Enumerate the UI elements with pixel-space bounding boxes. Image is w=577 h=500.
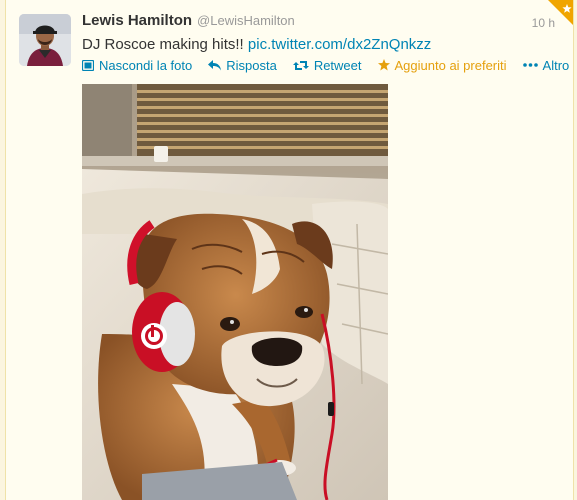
tweet-actions: Nascondi la foto Risposta Retweet Aggiun… [82,56,569,74]
hide-photo-button[interactable]: Nascondi la foto [82,58,192,73]
retweet-button[interactable]: Retweet [292,57,362,73]
reply-label: Risposta [226,57,277,73]
author-handle[interactable]: @LewisHamilton [197,13,295,28]
tweet-link[interactable]: pic.twitter.com/dx2ZnQnkzz [248,36,431,53]
avatar-image [19,14,71,66]
page: Lewis Hamilton @LewisHamilton 10 h DJ Ro… [0,0,577,500]
more-label: Altro [542,57,570,73]
reply-arrow-icon [208,59,222,70]
tweet-body: DJ Roscoe making hits!! [82,36,244,53]
bulldog-headphones-photo [82,84,388,500]
retweet-icon [292,60,309,70]
star-icon [377,59,390,71]
more-button[interactable]: Altro [522,57,570,73]
hide-photo-label: Nascondi la foto [99,57,193,73]
reply-button[interactable]: Risposta [208,58,277,73]
tweet-card[interactable]: Lewis Hamilton @LewisHamilton 10 h DJ Ro… [5,0,574,500]
favorite-button[interactable]: Aggiunto ai preferiti [377,57,507,73]
author-name[interactable]: Lewis Hamilton [82,12,192,29]
photo-icon [82,59,94,71]
favorite-corner-icon [548,0,573,26]
retweet-label: Retweet [313,57,362,73]
tweet-header: Lewis Hamilton @LewisHamilton [82,12,553,34]
tweet-text: DJ Roscoe making hits!! pic.twitter.com/… [82,36,431,53]
ellipsis-icon [522,63,538,67]
avatar[interactable] [19,14,71,66]
tweet-photo[interactable] [82,84,388,500]
favorite-label: Aggiunto ai preferiti [394,57,507,73]
